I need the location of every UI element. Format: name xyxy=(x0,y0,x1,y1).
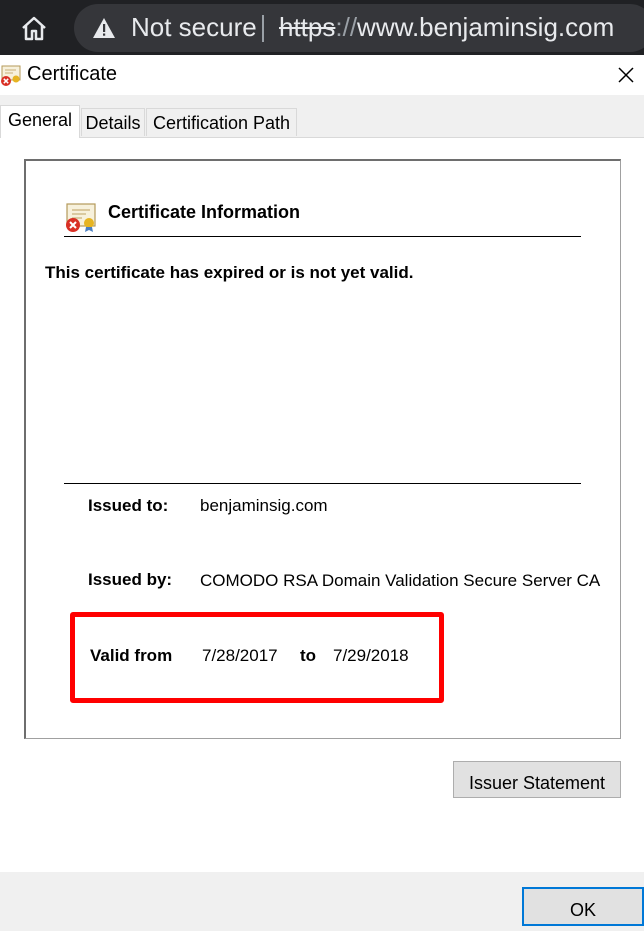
certificate-info-box: Certificate Information This certificate… xyxy=(24,159,621,739)
url-divider xyxy=(262,15,264,42)
certificate-error-icon xyxy=(1,65,21,86)
url-host: www.benjaminsig.com xyxy=(357,12,615,42)
divider xyxy=(64,483,581,484)
home-icon[interactable] xyxy=(20,14,48,42)
divider xyxy=(64,236,581,237)
url-scheme: https xyxy=(279,12,336,42)
certificate-error-icon xyxy=(66,203,96,232)
issued-to-value[interactable]: benjaminsig.com xyxy=(200,496,328,516)
certificate-status-message: This certificate has expired or is not y… xyxy=(45,263,414,282)
tab-general[interactable]: General xyxy=(0,105,80,138)
certificate-dialog: Certificate General Details Certificatio… xyxy=(0,55,644,931)
url-slashes: :// xyxy=(335,12,358,42)
tab-details[interactable]: Details xyxy=(81,108,145,136)
ok-button[interactable]: OK xyxy=(522,887,644,926)
browser-toolbar: Not secure https://www.benjaminsig.com xyxy=(0,0,644,55)
issuer-statement-button[interactable]: Issuer Statement xyxy=(453,761,621,798)
tab-certification-path[interactable]: Certification Path xyxy=(146,108,297,136)
dialog-title: Certificate xyxy=(27,63,118,85)
warning-icon[interactable] xyxy=(92,17,116,39)
validity-highlight-box xyxy=(70,612,444,703)
issued-to-label: Issued to: xyxy=(88,496,169,515)
general-tab-panel: Certificate Information This certificate… xyxy=(0,137,644,872)
issued-by-value[interactable]: COMODO RSA Domain Validation Secure Serv… xyxy=(200,570,610,591)
certificate-info-heading: Certificate Information xyxy=(108,202,301,222)
close-icon[interactable] xyxy=(612,61,640,89)
dialog-title-bar[interactable]: Certificate xyxy=(0,55,644,95)
issued-by-label: Issued by: xyxy=(88,570,173,589)
url-text[interactable]: https://www.benjaminsig.com xyxy=(279,12,614,43)
security-status[interactable]: Not secure xyxy=(131,12,257,43)
